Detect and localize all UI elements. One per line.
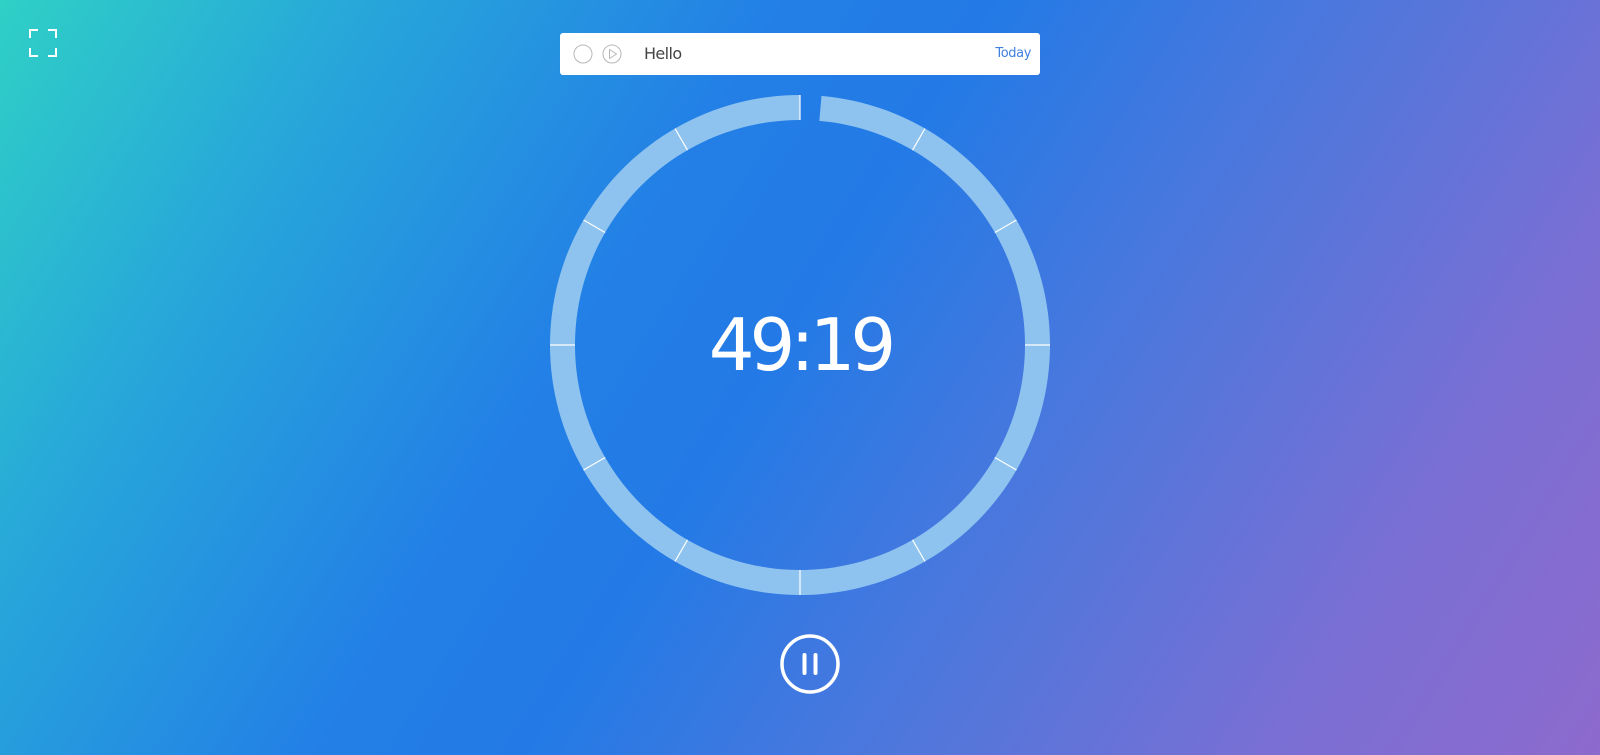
task-due-date[interactable]: Today <box>995 33 1031 75</box>
task-bar: Hello Today <box>560 33 1040 75</box>
fullscreen-button[interactable] <box>28 28 58 58</box>
fullscreen-icon <box>29 29 57 57</box>
timer-display: 49:19 <box>708 303 897 387</box>
pause-button[interactable] <box>779 633 841 695</box>
play-icon <box>602 44 622 64</box>
pause-icon <box>780 634 840 694</box>
task-start-button[interactable] <box>602 44 622 64</box>
task-title[interactable]: Hello <box>644 33 682 75</box>
circle-checkbox-icon <box>573 44 593 64</box>
task-complete-checkbox[interactable] <box>573 44 593 64</box>
